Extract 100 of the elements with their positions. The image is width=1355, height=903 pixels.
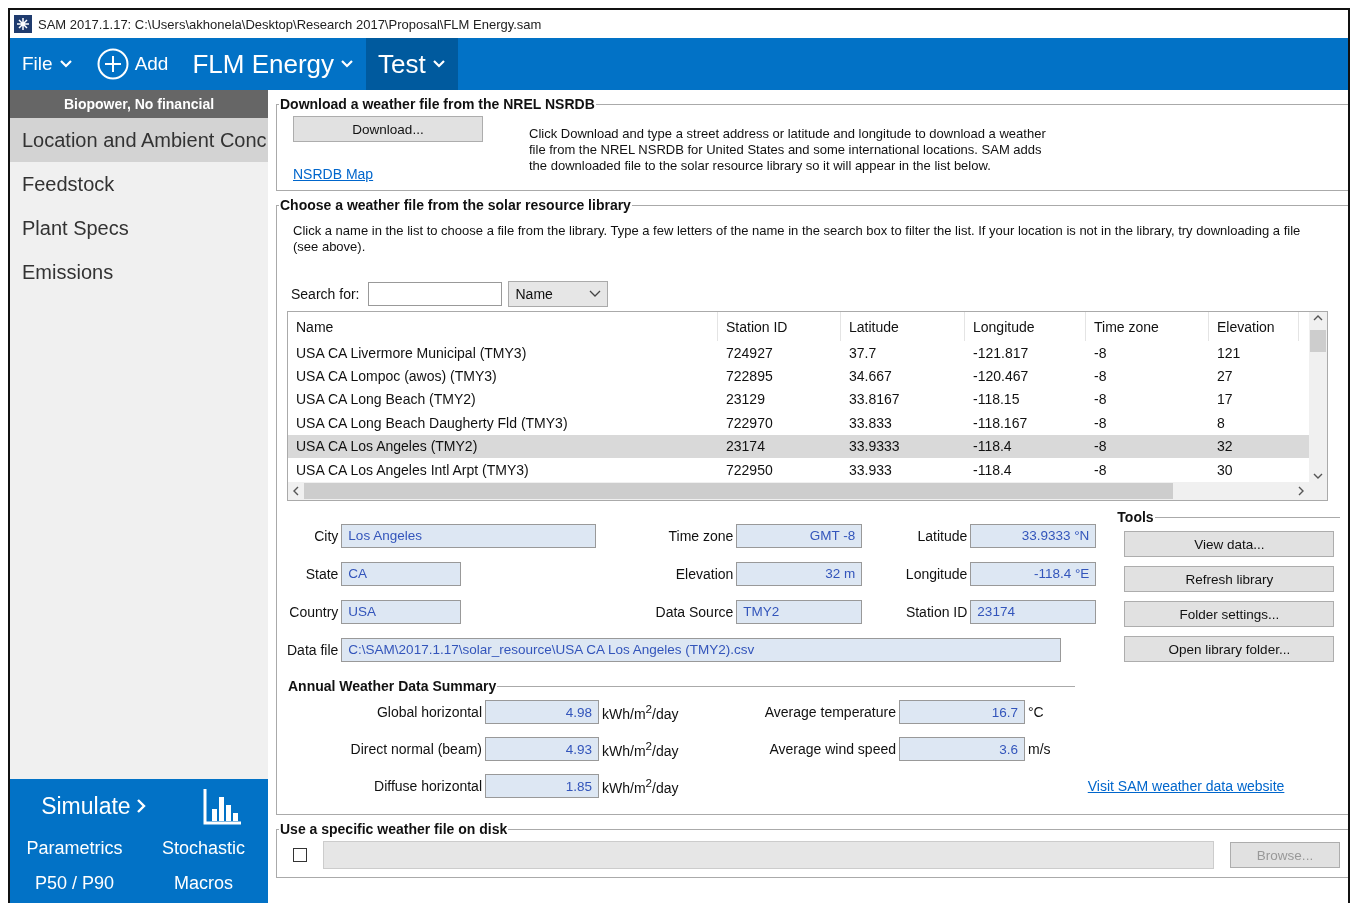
table-cell-text: USA CA Livermore Municipal (TMY3) (295, 344, 528, 361)
unit-label: kWh/m$^{2}$/day (601, 776, 680, 796)
table-row[interactable]: USA CA Los Angeles Intl Arpt (TMY3) 722950 33.933 -118.4 -8 30 (288, 457, 1310, 482)
tool-button[interactable]: View data... (1124, 531, 1335, 557)
table-cell-text: -8 (1093, 438, 1108, 455)
table-cell-text: USA CA Los Angeles Intl Arpt (TMY3) (295, 461, 530, 478)
chevron-down-icon (340, 59, 355, 69)
tool-button[interactable]: Open library folder... (1124, 636, 1335, 662)
value-field[interactable]: 23174 (970, 599, 1097, 624)
value-field[interactable]: USA (341, 599, 462, 624)
table-cell-text: 33.9333 (848, 438, 901, 455)
table-cell-text: -8 (1093, 368, 1108, 385)
sidebar-item[interactable]: Plant Specs (10, 206, 268, 250)
summary-label: Global horizontal (375, 704, 483, 720)
column-header[interactable]: Station ID (718, 312, 841, 341)
summary-field: 1.85 (485, 774, 599, 798)
sidebar-tool-link[interactable]: P50 / P90 (10, 872, 139, 895)
search-field[interactable] (368, 282, 503, 306)
group-title: Tools (1116, 509, 1155, 525)
bar-chart-icon[interactable] (202, 787, 243, 825)
summary-label: Direct normal (beam) (349, 741, 483, 757)
field-label: Data file (287, 641, 340, 658)
scroll-left-icon[interactable] (292, 486, 300, 496)
column-header[interactable]: Name (288, 312, 718, 341)
summary-label: Average temperature (763, 704, 897, 720)
group-title: Choose a weather file from the solar resource library (279, 197, 632, 213)
sidebar-tool-link[interactable]: Parametrics (10, 837, 139, 860)
scrollbar-thumb[interactable] (1310, 330, 1327, 352)
value-field[interactable]: TMY2 (736, 599, 863, 624)
value-field[interactable]: CA (341, 561, 462, 586)
table-row[interactable]: USA CA Long Beach Daugherty Fld (TMY3) 722970 33.833 -118.167 -8 8 (288, 411, 1310, 435)
use-file-checkbox[interactable] (293, 848, 307, 862)
table-cell-text: 23129 (725, 391, 766, 408)
simulate-button[interactable]: Simulate (35, 791, 153, 821)
scroll-right-icon[interactable] (1297, 486, 1306, 496)
data-file-field[interactable]: C:\SAM\2017.1.17\solar_resource\USA CA Los Angeles (TMY2).csv (341, 637, 1062, 662)
table-cell-text: 33.933 (848, 461, 893, 478)
table-cell-text: -8 (1093, 391, 1108, 408)
table-row[interactable]: USA CA Livermore Municipal (TMY3) 724927 37.7 -121.817 -8 121 (288, 341, 1310, 365)
value-field[interactable]: -118.4 °E (970, 561, 1097, 586)
unit-label: kWh/m$^{2}$/day (601, 702, 680, 722)
column-header[interactable]: Elevation (1209, 312, 1299, 341)
value-field[interactable]: Los Angeles (341, 523, 597, 548)
scrollbar-thumb[interactable] (304, 483, 1174, 499)
table-cell-text: -120.467 (972, 368, 1030, 385)
case-tab[interactable]: Test (366, 38, 458, 90)
search-label: Search for: (291, 286, 361, 302)
column-header[interactable]: Longitude (965, 312, 1086, 341)
download-button[interactable]: Download... (293, 116, 483, 142)
vertical-scrollbar[interactable] (1309, 312, 1328, 482)
sidebar-item[interactable]: Location and Ambient Conc (10, 118, 268, 162)
value-field[interactable]: 33.9333 °N (970, 523, 1097, 548)
value-field[interactable]: 32 m (736, 561, 863, 586)
table-cell-text: -118.4 (972, 438, 1013, 455)
column-header[interactable]: Latitude (841, 312, 965, 341)
file-menu[interactable]: File (10, 38, 85, 90)
field-label: City (313, 527, 340, 544)
unit-label: m/s (1027, 741, 1052, 757)
field-label: State (304, 565, 340, 582)
case-tab[interactable]: FLM Energy (180, 38, 367, 90)
table-row[interactable]: USA CA Los Angeles (TMY2) 23174 33.9333 -118.4 -8 32 (288, 434, 1310, 458)
app-logo-icon (14, 15, 32, 33)
tool-button[interactable]: Folder settings... (1124, 601, 1335, 627)
table-cell-text: USA CA Long Beach Daugherty Fld (TMY3) (295, 414, 569, 431)
chevron-down-icon (58, 59, 73, 69)
column-header[interactable]: Time zone (1086, 312, 1209, 341)
sidebar-item[interactable]: Emissions (10, 250, 268, 294)
table-cell-text: 32 (1216, 438, 1234, 455)
table-cell-text: -118.15 (972, 391, 1021, 408)
group-title: Use a specific weather file on disk (279, 821, 509, 837)
chevron-down-icon (589, 290, 602, 298)
table-cell-text: 27 (1216, 368, 1234, 385)
value-field[interactable]: GMT -8 (736, 523, 863, 548)
table-cell-text: -8 (1093, 344, 1108, 361)
summary-label: Average wind speed (768, 741, 897, 757)
table-cell-text: 722950 (725, 461, 774, 478)
table-cell-text: 23174 (725, 438, 766, 455)
table-cell-text: -118.167 (972, 414, 1029, 431)
sidebar-item[interactable]: Feedstock (10, 162, 268, 206)
plus-circle-icon (96, 48, 129, 80)
table-row[interactable]: USA CA Lompoc (awos) (TMY3) 722895 34.667 -120.467 -8 27 (288, 364, 1310, 388)
horizontal-scrollbar[interactable] (288, 482, 1310, 500)
table-cell-text: 30 (1216, 461, 1234, 478)
sidebar-header: Biopower, No financial (10, 90, 268, 118)
table-cell-text: 722970 (725, 414, 774, 431)
scroll-down-icon[interactable] (1313, 472, 1324, 480)
search-by-dropdown[interactable]: Name (508, 281, 609, 307)
weather-website-link[interactable]: Visit SAM weather data website (1087, 778, 1285, 794)
chevron-down-icon (431, 59, 446, 69)
sidebar-tool-link[interactable]: Macros (139, 872, 268, 895)
sidebar-tool-link[interactable]: Stochastic (139, 837, 268, 860)
table-cell-text: 121 (1216, 344, 1242, 361)
file-path-field[interactable] (323, 841, 1214, 869)
field-label: Station ID (904, 603, 969, 620)
scroll-up-icon[interactable] (1313, 314, 1324, 322)
table-row[interactable]: USA CA Long Beach (TMY2) 23129 33.8167 -118.15 -8 17 (288, 387, 1310, 412)
tool-button[interactable]: Refresh library (1124, 566, 1335, 592)
summary-field: 16.7 (899, 700, 1025, 724)
nsrdb-map-link[interactable]: NSRDB Map (293, 166, 483, 182)
add-button[interactable]: Add (84, 38, 181, 90)
